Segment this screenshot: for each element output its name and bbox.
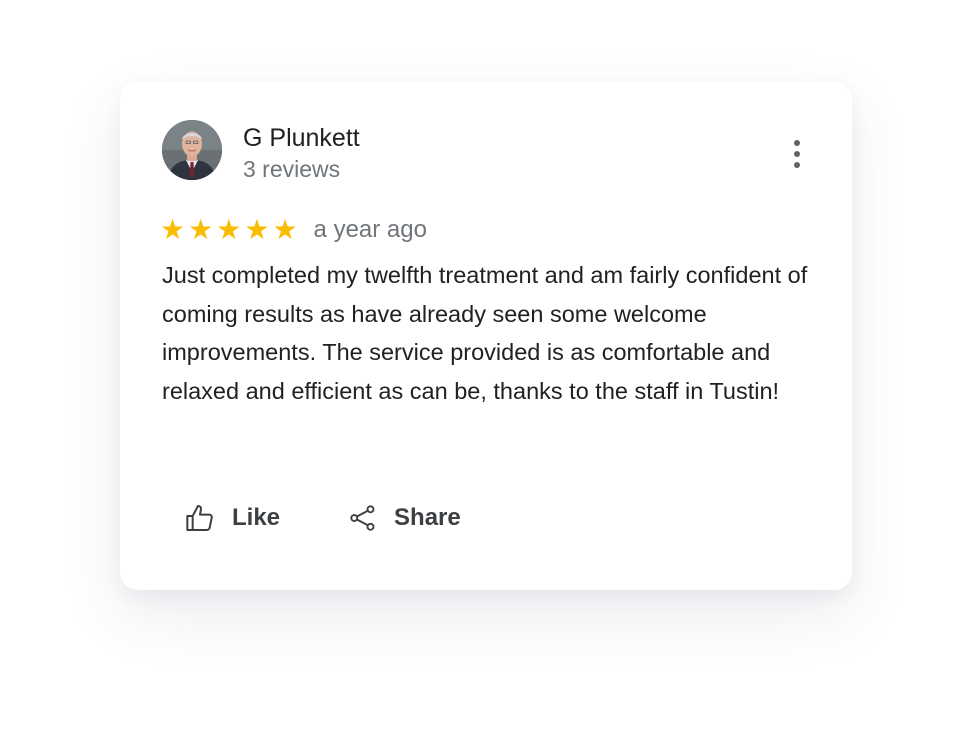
rating-row: ★ ★ ★ ★ ★ a year ago xyxy=(160,212,427,248)
review-actions: Like Share xyxy=(184,498,461,538)
thumb-up-icon xyxy=(186,505,213,531)
avatar-photo-icon xyxy=(162,120,222,180)
page: G Plunkett 3 reviews ★ ★ ★ ★ ★ a year ag… xyxy=(0,0,972,750)
review-date: a year ago xyxy=(313,216,427,243)
reviewer-avatar[interactable] xyxy=(162,120,222,180)
star-icon: ★ xyxy=(216,213,242,246)
review-text: Just completed my twelfth treatment and … xyxy=(162,262,808,404)
share-label: Share xyxy=(394,504,461,531)
share-icon xyxy=(350,505,375,531)
like-label: Like xyxy=(232,504,281,531)
more-vert-icon xyxy=(794,140,800,146)
review-count[interactable]: 3 reviews xyxy=(243,154,340,184)
star-icon: ★ xyxy=(160,213,186,246)
share-button[interactable]: Share xyxy=(348,503,461,533)
star-icon: ★ xyxy=(272,213,298,246)
star-icon: ★ xyxy=(188,213,214,246)
more-vert-icon-dot xyxy=(794,162,800,168)
like-button[interactable]: Like xyxy=(184,502,280,534)
reviewer-name[interactable]: G Plunkett xyxy=(243,122,360,154)
more-vert-icon-dot xyxy=(794,151,800,157)
star-rating: ★ ★ ★ ★ ★ xyxy=(160,215,298,245)
star-icon: ★ xyxy=(244,213,270,246)
review-card: G Plunkett 3 reviews ★ ★ ★ ★ ★ a year ag… xyxy=(120,82,852,590)
more-options-button[interactable] xyxy=(780,134,814,174)
